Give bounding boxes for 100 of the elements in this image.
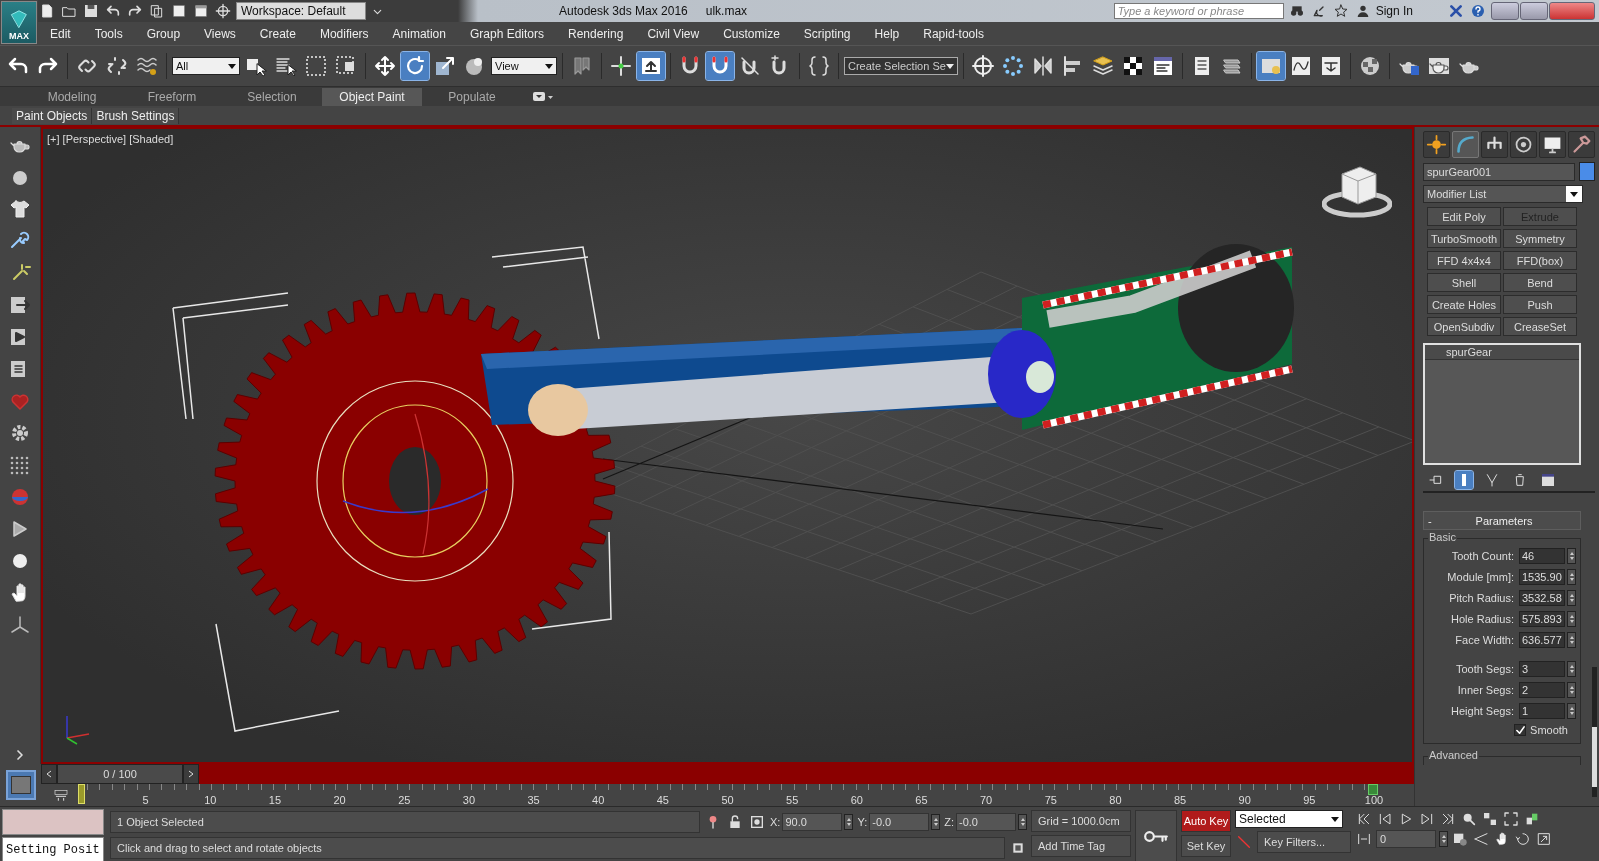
maximize-button[interactable] (1520, 2, 1548, 20)
minimize-button[interactable] (1491, 2, 1519, 20)
modifier-button[interactable]: Bend (1503, 273, 1577, 292)
gear-assembly-drawing[interactable] (172, 244, 1412, 732)
crosshair-icon[interactable] (214, 2, 232, 20)
key-filters-button[interactable]: Key Filters... (1257, 831, 1351, 853)
viewport[interactable]: [+] [Perspective] [Shaded] (41, 127, 1414, 764)
menu-item[interactable]: Group (134, 26, 193, 41)
ribbon-tab[interactable]: Selection (222, 87, 322, 106)
window-icon[interactable] (170, 2, 188, 20)
modifier-stack[interactable]: spurGear (1423, 343, 1581, 465)
modifier-list-dropdown[interactable]: Modifier List (1423, 185, 1583, 203)
menu-item[interactable]: Scripting (791, 26, 863, 41)
toolbar-dropdown[interactable]: View (491, 57, 557, 75)
parameter-field[interactable]: 575.893 (1519, 610, 1565, 627)
ribbon-options-icon[interactable] (532, 90, 554, 103)
parameter-field[interactable]: 3532.58 (1519, 589, 1565, 606)
modifier-button[interactable]: OpenSubdiv (1427, 317, 1501, 336)
timeline-ticks[interactable] (87, 784, 1368, 790)
app-logo-button[interactable]: MAX (1, 1, 37, 44)
menu-item[interactable]: Help (862, 26, 912, 41)
menu-item[interactable]: Customize (711, 26, 792, 41)
coordinate-field[interactable]: -0.0 (869, 812, 930, 831)
orbit-icon[interactable] (1514, 830, 1532, 848)
spinner-arrows[interactable] (1018, 813, 1027, 830)
search-field[interactable]: Type a keyword or phrase (1113, 3, 1284, 19)
menu-item[interactable]: Graph Editors (457, 26, 556, 41)
object-color-swatch[interactable] (1579, 162, 1595, 181)
sign-in-link[interactable]: Sign In (1375, 4, 1413, 18)
macro-recorder-field[interactable]: Setting Posit (2, 837, 104, 861)
menu-item[interactable]: Rapid-tools (911, 26, 996, 41)
current-frame-field[interactable]: 0 (1376, 830, 1436, 848)
spinner-arrows[interactable] (1567, 589, 1576, 606)
field-of-view-icon[interactable] (1472, 830, 1490, 848)
viewport-label[interactable]: [+] [Perspective] [Shaded] (47, 133, 174, 145)
modifier-button[interactable]: TurboSmooth (1427, 229, 1501, 248)
sun-icon[interactable] (1423, 131, 1450, 158)
menu-item[interactable]: Create (247, 26, 308, 41)
modifier-button[interactable]: Push (1503, 295, 1577, 314)
menu-item[interactable]: Civil View (635, 26, 712, 41)
crosshair-icon[interactable] (969, 52, 997, 80)
x-logo-icon[interactable] (1447, 2, 1465, 20)
spinner-arrows[interactable] (1567, 681, 1576, 698)
modifier-button[interactable]: CreaseSet (1503, 317, 1577, 336)
key-button[interactable] (1135, 810, 1177, 861)
spinner-arrows[interactable] (1567, 702, 1576, 719)
spinner-arrows[interactable] (1439, 831, 1448, 847)
modifier-button[interactable]: FFD 4x4x4 (1427, 251, 1501, 270)
hierarchy-icon[interactable] (1481, 131, 1508, 158)
menu-item[interactable]: Modifiers (307, 26, 381, 41)
zoom-all-icon[interactable] (1481, 810, 1499, 828)
modifier-button[interactable]: Shell (1427, 273, 1501, 292)
menu-item[interactable]: Edit (38, 26, 83, 41)
ribbon-panel-button[interactable]: Brush Settings (92, 107, 180, 124)
auto-key-button[interactable]: Auto Key (1181, 810, 1231, 832)
coordinate-field[interactable]: -0.0 (956, 812, 1016, 831)
add-time-tag-button[interactable]: Add Time Tag (1031, 835, 1131, 857)
keyframe-marker[interactable] (1368, 784, 1378, 795)
ribbon-tab[interactable]: Populate (422, 87, 522, 106)
zoom-extents-icon[interactable] (1502, 810, 1520, 828)
menu-item[interactable]: Tools (82, 26, 135, 41)
parameters-rollout-header[interactable]: - Parameters (1423, 511, 1581, 530)
modifier-button[interactable]: Create Holes (1427, 295, 1501, 314)
ribbon-tab[interactable]: Freeform (122, 87, 222, 106)
parameter-field[interactable]: 2 (1519, 681, 1565, 698)
previous-frame-button[interactable] (41, 764, 57, 784)
spinner-arrows[interactable] (931, 813, 941, 830)
spinner-arrows[interactable] (844, 813, 854, 830)
key-mode-dropdown[interactable]: Selected (1235, 810, 1343, 828)
modifier-button[interactable]: FFD(box) (1503, 251, 1577, 270)
i-beam-icon[interactable] (1455, 471, 1473, 489)
spinner-arrows[interactable] (1567, 660, 1576, 677)
workspace-dropdown[interactable]: Workspace: Default (236, 2, 366, 20)
spinner-arrows[interactable] (1567, 610, 1576, 627)
parameter-field[interactable]: 1 (1519, 702, 1565, 719)
configure-window-icon[interactable] (1539, 471, 1557, 489)
parameter-field[interactable]: 46 (1519, 547, 1565, 564)
spinner-arrows[interactable] (1567, 631, 1576, 648)
window-icon[interactable] (192, 2, 210, 20)
spinner-arrows[interactable] (1567, 568, 1576, 585)
modifier-button[interactable]: Edit Poly (1427, 207, 1501, 226)
monitor-icon[interactable] (1539, 131, 1566, 158)
spinner-arrows[interactable] (1567, 547, 1576, 564)
toolbar-dropdown[interactable]: Create Selection Se (844, 57, 958, 75)
modifier-button[interactable]: Symmetry (1503, 229, 1577, 248)
viewport-layout-button[interactable] (5, 770, 36, 800)
menu-item[interactable]: Animation (380, 26, 458, 41)
ribbon-panel-button[interactable]: Paint Objects (12, 107, 93, 124)
set-key-button[interactable]: Set Key (1181, 835, 1231, 857)
rotate-icon[interactable] (401, 52, 429, 80)
ribbon-tab[interactable]: Object Paint (322, 87, 422, 106)
parameter-field[interactable]: 1535.90 (1519, 568, 1565, 585)
stack-item[interactable]: spurGear (1425, 345, 1579, 360)
toolbar-dropdown[interactable]: All (172, 57, 240, 75)
time-slider-thumb[interactable]: 0 / 100 (57, 764, 183, 784)
maxscript-listener-field[interactable] (2, 809, 104, 835)
parameter-field[interactable]: 3 (1519, 660, 1565, 677)
next-frame-button[interactable] (183, 764, 199, 784)
smooth-checkbox[interactable] (1514, 724, 1527, 736)
object-name-field[interactable]: spurGear001 (1423, 162, 1575, 181)
